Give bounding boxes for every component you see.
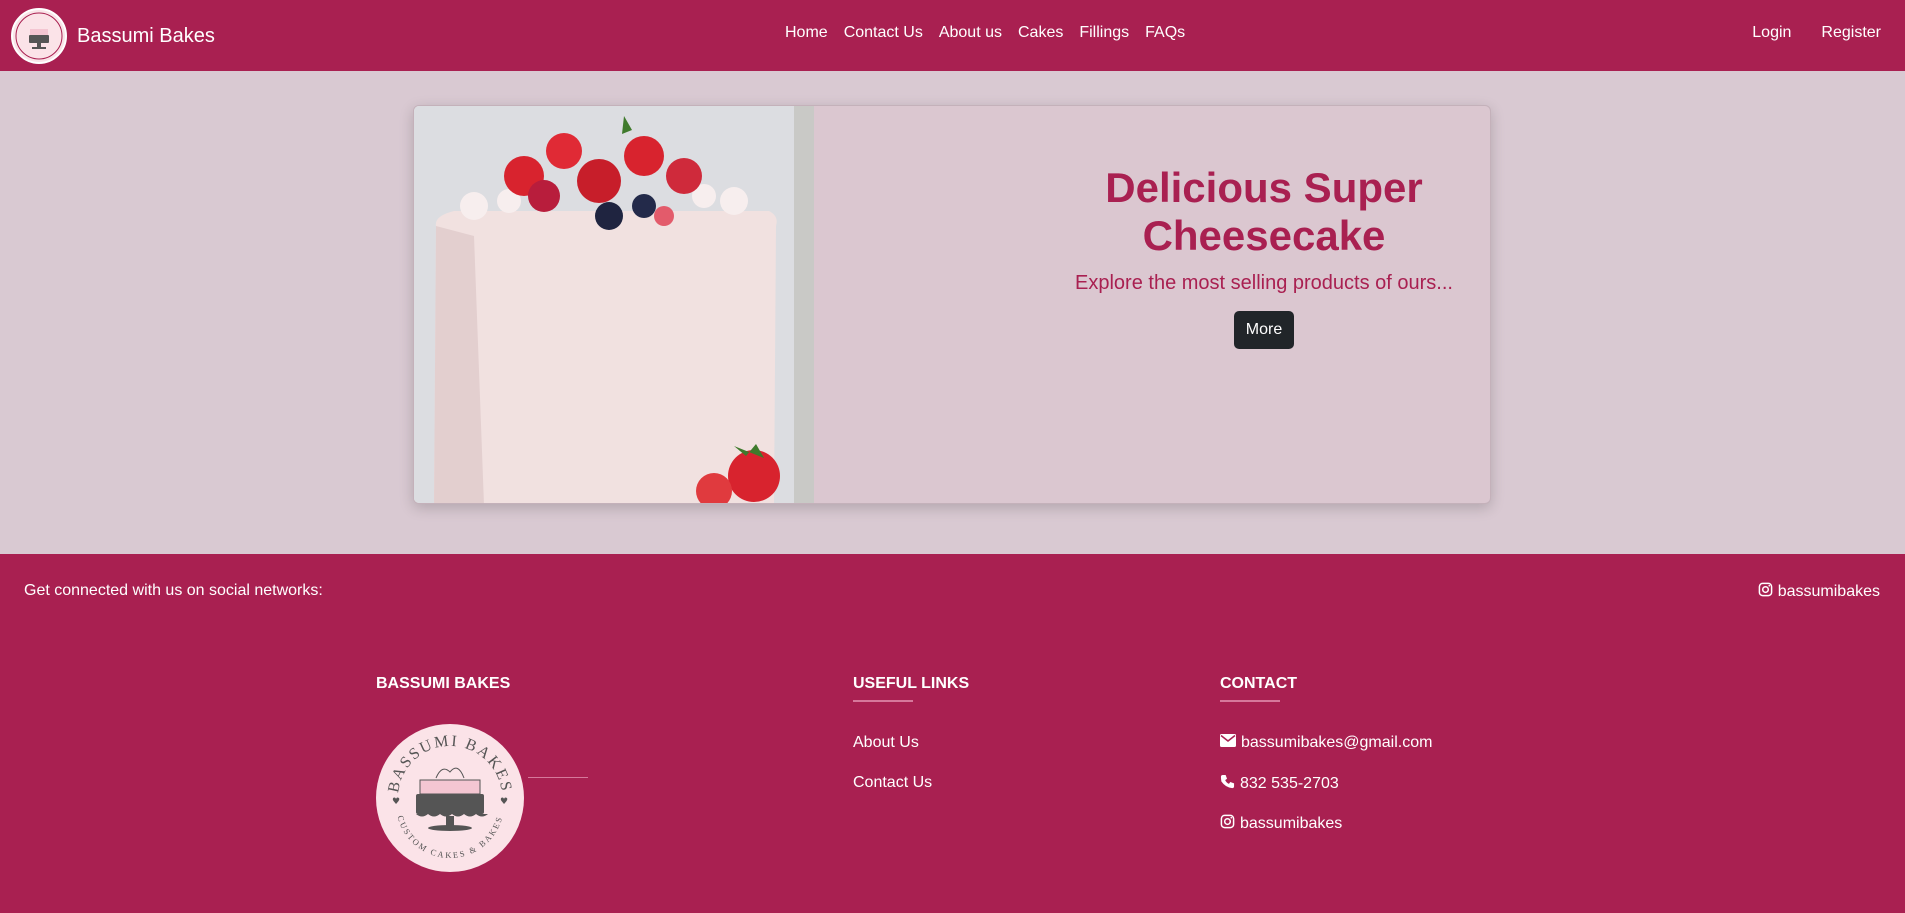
svg-text:♥: ♥ xyxy=(392,797,400,807)
contact-phone-text: 832 535-2703 xyxy=(1240,775,1339,792)
footer-about-us-link[interactable]: About Us xyxy=(853,734,919,752)
contact-email-text: bassumibakes@gmail.com xyxy=(1241,734,1433,751)
footer-brand-title: BASSUMI BAKES xyxy=(376,675,511,692)
phone-icon xyxy=(1220,774,1235,794)
hero-text: Delicious Super Cheesecake Explore the m… xyxy=(1064,164,1464,349)
nav-faqs[interactable]: FAQs xyxy=(1145,24,1185,42)
instagram-icon xyxy=(1758,582,1773,602)
envelope-icon xyxy=(1220,734,1236,752)
register-link[interactable]: Register xyxy=(1821,24,1881,42)
nav-cakes[interactable]: Cakes xyxy=(1018,24,1063,42)
nav-contact-us[interactable]: Contact Us xyxy=(844,24,923,42)
nav-auth: Login Register xyxy=(1752,24,1881,42)
useful-links-title: USEFUL LINKS xyxy=(853,675,970,692)
useful-links-underline xyxy=(853,700,913,702)
login-link[interactable]: Login xyxy=(1752,24,1791,42)
contact-phone[interactable]: 832 535-2703 xyxy=(1220,774,1339,794)
navbar: Bassumi Bakes Home Contact Us About us C… xyxy=(0,0,1905,71)
svg-text:♥: ♥ xyxy=(500,797,508,807)
nav-home[interactable]: Home xyxy=(785,24,828,42)
nav-about-us[interactable]: About us xyxy=(939,24,1002,42)
cake-image xyxy=(414,106,814,503)
more-button[interactable]: More xyxy=(1233,311,1295,349)
brand-link[interactable]: Bassumi Bakes xyxy=(11,8,215,64)
hero-card: Delicious Super Cheesecake Explore the m… xyxy=(413,105,1491,504)
footer-logo: BASSUMI BAKES CUSTOM CAKES & BAKES ♥ ♥ xyxy=(376,724,524,872)
instagram-icon xyxy=(1220,814,1235,834)
social-text: Get connected with us on social networks… xyxy=(24,582,323,599)
hero-title: Delicious Super Cheesecake xyxy=(1105,164,1423,259)
contact-email[interactable]: bassumibakes@gmail.com xyxy=(1220,734,1432,752)
brand-divider xyxy=(528,777,588,778)
footer-contact-us-link[interactable]: Contact Us xyxy=(853,774,932,792)
contact-underline xyxy=(1220,700,1280,702)
social-instagram-link[interactable]: bassumibakes xyxy=(1758,582,1880,602)
nav-fillings[interactable]: Fillings xyxy=(1079,24,1129,42)
nav-links: Home Contact Us About us Cakes Fillings … xyxy=(785,24,1185,42)
contact-instagram-text: bassumibakes xyxy=(1240,815,1343,832)
contact-title: CONTACT xyxy=(1220,675,1298,692)
footer: Get connected with us on social networks… xyxy=(0,554,1905,913)
hero-subtitle: Explore the most selling products of our… xyxy=(1075,272,1453,294)
contact-instagram[interactable]: bassumibakes xyxy=(1220,814,1342,834)
brand-logo xyxy=(11,8,67,64)
social-handle: bassumibakes xyxy=(1777,583,1880,600)
brand-name: Bassumi Bakes xyxy=(77,24,215,47)
